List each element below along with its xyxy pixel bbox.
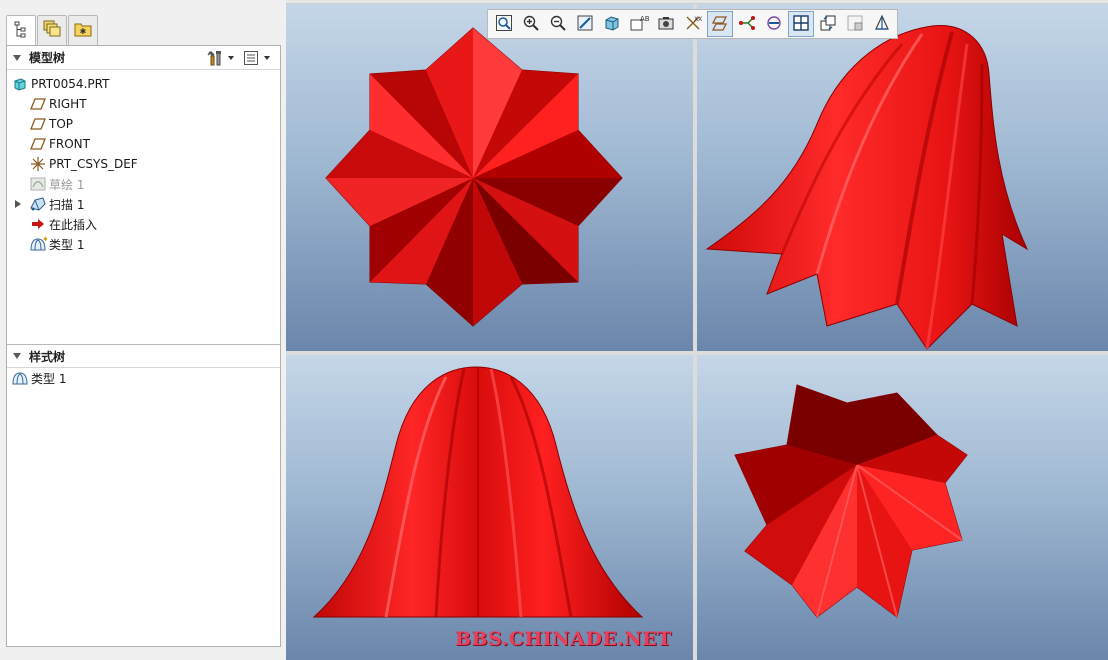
chevron-down-icon[interactable]	[228, 56, 234, 60]
model-tree-header: 模型树	[7, 46, 280, 70]
view-sync-icon	[819, 14, 837, 35]
style-tree-header: 样式树	[7, 344, 280, 368]
view-manager-icon	[657, 14, 675, 35]
tree-item-front[interactable]: FRONT	[7, 134, 280, 154]
tree-item-label: 草绘 1	[49, 177, 85, 192]
tree-item-label: PRT0054.PRT	[31, 77, 110, 91]
style-type-icon: ✱	[29, 236, 47, 252]
viewport-isometric-view[interactable]	[697, 4, 1108, 351]
viewport-front-view[interactable]	[286, 355, 693, 660]
style-tree-item[interactable]: 类型 1	[7, 368, 280, 388]
expand-triangle-icon[interactable]	[15, 200, 21, 208]
tree-settings-icon[interactable]	[204, 49, 226, 67]
layers-tab-icon	[43, 20, 61, 41]
folder-browser-tab-icon: ✱	[74, 21, 92, 40]
sketch-icon	[29, 176, 47, 192]
collapse-triangle-icon[interactable]	[13, 54, 21, 61]
style-type-icon	[11, 370, 29, 386]
zoom-in-icon	[522, 14, 540, 35]
active-view-icon	[846, 14, 864, 35]
view-manager-button[interactable]	[653, 11, 679, 37]
tab-model-tree[interactable]	[6, 15, 36, 46]
tree-item-right[interactable]: RIGHT	[7, 94, 280, 114]
navigator-tabs: ✱	[6, 15, 99, 46]
perspective-button[interactable]	[869, 11, 895, 37]
tree-item-csys[interactable]: PRT_CSYS_DEF	[7, 154, 280, 174]
datum-plane-icon	[29, 136, 47, 152]
viewport-top-view[interactable]	[286, 4, 693, 351]
bell-isometric-model	[705, 25, 1029, 350]
tree-item-label: RIGHT	[49, 97, 87, 111]
tree-item-top[interactable]: TOP	[7, 114, 280, 134]
tree-item-label: PRT_CSYS_DEF	[49, 157, 138, 171]
chevron-down-icon[interactable]	[264, 56, 270, 60]
zoom-in-button[interactable]	[518, 11, 544, 37]
tab-folder-browser[interactable]: ✱	[68, 15, 98, 45]
perspective-icon	[873, 14, 891, 35]
svg-text:AB: AB	[640, 15, 649, 23]
star-bottom-model	[734, 384, 968, 618]
bell-front-model	[312, 366, 644, 618]
axis-display-button[interactable]	[734, 11, 760, 37]
zoom-out-button[interactable]	[545, 11, 571, 37]
plane-display-icon	[711, 14, 729, 35]
zoom-out-icon	[549, 14, 567, 35]
site-watermark: BBS.CHINADE.NET	[455, 628, 672, 650]
tree-item-label: 类型 1	[49, 237, 85, 252]
model-tree: PRT0054.PRT RIGHT TOP FRONT PRT_CSYS_DEF…	[7, 70, 280, 254]
datum-display-icon: XX	[684, 14, 702, 35]
svg-text:XX: XX	[694, 16, 702, 23]
coordinate-system-icon	[29, 156, 47, 172]
svg-text:✱: ✱	[43, 236, 47, 243]
tree-item-label: FRONT	[49, 137, 90, 151]
navigator-panel: 模型树 PRT0054.PRT RIGHT TOP FRONT PRT_CSYS…	[6, 45, 281, 647]
tree-item-label: 在此插入	[49, 217, 98, 232]
plane-display-button[interactable]	[706, 11, 733, 37]
repaint-button[interactable]	[572, 11, 598, 37]
tree-item-sketch[interactable]: 草绘 1	[7, 174, 280, 194]
saved-views-icon: AB	[629, 14, 649, 35]
datum-display-button[interactable]: XX	[680, 11, 706, 37]
navigator-pane: ✱ 模型树 PRT0054.PRT RIGHT TOP FRONT PRT_CS…	[0, 0, 286, 660]
tree-item-label: 类型 1	[31, 371, 67, 386]
display-style-button[interactable]	[599, 11, 625, 37]
datum-plane-icon	[29, 96, 47, 112]
point-display-button[interactable]	[761, 11, 787, 37]
repaint-icon	[576, 14, 594, 35]
tree-item-insert-here[interactable]: 在此插入	[7, 214, 280, 234]
active-view-button[interactable]	[842, 11, 868, 37]
display-style-icon	[603, 14, 621, 35]
star-top-view-model	[325, 27, 623, 327]
sweep-icon	[29, 196, 47, 212]
tree-item-part[interactable]: PRT0054.PRT	[7, 74, 280, 94]
refit-button[interactable]	[491, 11, 517, 37]
four-viewports-icon	[792, 14, 810, 35]
tree-item-label: 扫描 1	[49, 197, 85, 212]
part-icon	[11, 76, 29, 92]
refit-icon	[495, 14, 513, 35]
four-viewports-button[interactable]	[787, 11, 814, 37]
graphics-area[interactable]	[286, 4, 1108, 660]
axis-display-icon	[738, 14, 756, 35]
model-tree-title: 模型树	[29, 51, 66, 65]
collapse-triangle-icon[interactable]	[13, 353, 21, 359]
view-toolbar: AB XX	[487, 9, 898, 39]
model-tree-tab-icon	[13, 21, 29, 42]
tree-item-sweep[interactable]: 扫描 1	[7, 194, 280, 214]
style-tree-section: 样式树 类型 1	[7, 344, 280, 388]
svg-text:✱: ✱	[80, 27, 87, 36]
style-tree-title: 样式树	[29, 349, 66, 364]
datum-plane-icon	[29, 116, 47, 132]
view-sync-button[interactable]	[815, 11, 841, 37]
tree-item-label: TOP	[49, 117, 74, 131]
tab-layers[interactable]	[37, 15, 67, 45]
tree-columns-icon[interactable]	[240, 49, 262, 67]
tree-item-style-type[interactable]: ✱ 类型 1	[7, 234, 280, 254]
point-display-icon	[765, 14, 783, 35]
viewport-bottom-view[interactable]	[697, 355, 1108, 660]
saved-views-button[interactable]: AB	[626, 11, 652, 37]
model-tree-tools	[204, 49, 276, 67]
style-tree: 类型 1	[7, 368, 280, 388]
insert-here-arrow-icon	[29, 216, 47, 232]
